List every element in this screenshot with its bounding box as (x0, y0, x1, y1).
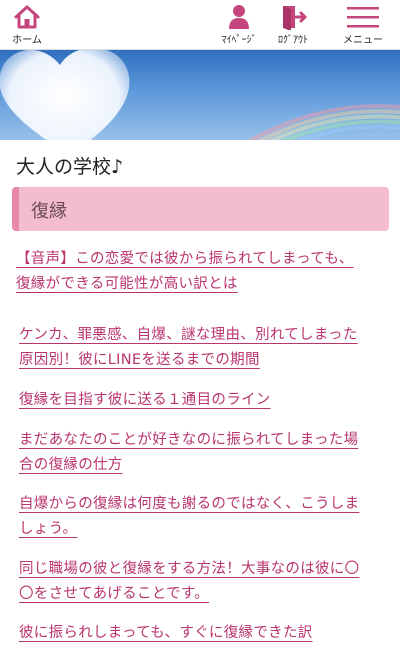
home-icon (14, 5, 40, 29)
article-title-line: 合の復縁の仕方 (19, 457, 123, 473)
article-link-5[interactable]: 自爆からの復縁は何度も謝るのではなく、こうしま しょう。 (19, 492, 359, 542)
category-header: 復縁 (12, 187, 389, 231)
article-title-line: 彼に振られしまっても、すぐに復縁できた訳 (19, 625, 313, 641)
nav-home-label: ホーム (12, 35, 42, 46)
hamburger-icon (347, 7, 379, 28)
article-link-4[interactable]: まだあなたのことが好きなのに振られてしまった場 合の復縁の仕方 (19, 428, 358, 478)
article-link-3[interactable]: 復縁を目指す彼に送る１通目のライン (19, 388, 271, 413)
nav-logout-label: ﾛｸﾞｱｳﾄ (278, 35, 308, 46)
nav-menu-button[interactable]: メニュー (332, 0, 394, 50)
article-title-line: ケンカ、罪悪感、自爆、謎な理由、別れてしまった (19, 327, 358, 343)
rainbow-graphic (247, 104, 400, 140)
article-link-2[interactable]: ケンカ、罪悪感、自爆、謎な理由、別れてしまった 原因別！彼にLINEを送るまでの… (19, 323, 358, 373)
article-title-line: しょう。 (19, 521, 78, 537)
article-link-1[interactable]: 【音声】この恋愛では彼から振られてしまっても、 復縁ができる可能性が高い訳とは (16, 247, 354, 297)
nav-mypage-button[interactable]: ﾏｲﾍﾟｰｼﾞ (210, 0, 268, 50)
top-nav-bar: ホーム ﾏｲﾍﾟｰｼﾞ ﾛｸﾞｱｳﾄ メニュー (0, 0, 400, 50)
article-title-line: まだあなたのことが好きなのに振られてしまった場 (19, 432, 359, 448)
nav-mypage-label: ﾏｲﾍﾟｰｼﾞ (221, 35, 257, 46)
person-icon (229, 5, 249, 29)
article-title-line: 復縁を目指す彼に送る１通目のライン (19, 392, 271, 408)
article-title-line: 同じ職場の彼と復縁をする方法！大事なのは彼に〇 (19, 561, 360, 577)
category-label: 復縁 (31, 201, 67, 222)
article-title-line: 復縁ができる可能性が高い訳とは (16, 276, 238, 292)
header-banner-image (0, 50, 400, 140)
article-link-6[interactable]: 同じ職場の彼と復縁をする方法！大事なのは彼に〇 〇をさせてあげることです。 (19, 557, 359, 607)
article-title-line: 原因別！彼にLINEを送るまでの期間 (19, 352, 260, 368)
nav-home-button[interactable]: ホーム (2, 0, 52, 50)
nav-logout-button[interactable]: ﾛｸﾞｱｳﾄ (264, 0, 322, 50)
heart-cloud-icon (0, 50, 130, 140)
article-title-line: 【音声】この恋愛では彼から振られてしまっても、 (16, 251, 354, 267)
site-title: 大人の学校♪ (16, 156, 124, 178)
article-title-line: 〇をさせてあげることです。 (19, 586, 210, 602)
logout-icon (283, 6, 307, 30)
article-link-7[interactable]: 彼に振られしまっても、すぐに復縁できた訳 (19, 621, 313, 646)
article-title-line: 自爆からの復縁は何度も謝るのではなく、こうしま (19, 496, 360, 512)
nav-menu-label: メニュー (343, 35, 383, 46)
